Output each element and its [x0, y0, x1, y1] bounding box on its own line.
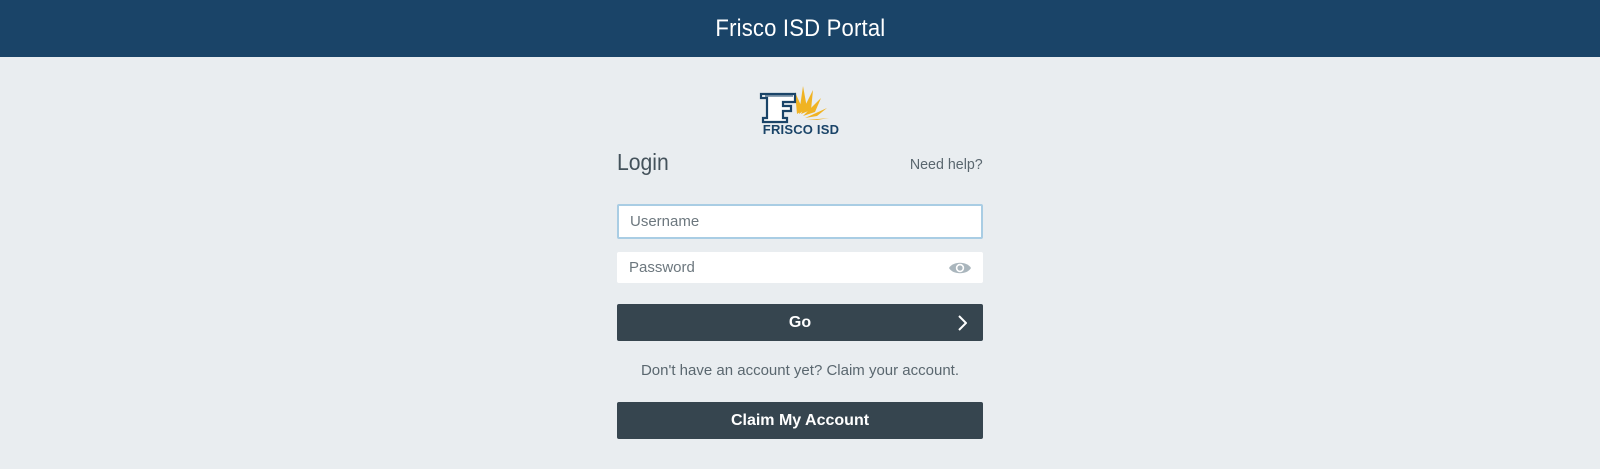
username-field[interactable]: [617, 204, 983, 239]
login-heading: Login: [617, 149, 669, 175]
username-input[interactable]: [619, 206, 919, 237]
eye-icon[interactable]: [948, 259, 972, 277]
logo-emblem-icon: [759, 86, 829, 124]
password-input[interactable]: [618, 253, 918, 282]
go-button[interactable]: Go: [617, 304, 983, 341]
header-bar: Frisco ISD Portal: [0, 0, 1600, 57]
claim-my-account-button[interactable]: Claim My Account: [617, 402, 983, 439]
chevron-right-icon: [958, 315, 967, 331]
password-field[interactable]: [617, 252, 983, 283]
logo-wordmark: FRISCO ISD: [762, 122, 840, 137]
need-help-link[interactable]: Need help?: [910, 156, 983, 173]
claim-button-label: Claim My Account: [730, 411, 870, 429]
go-button-label: Go: [788, 313, 812, 331]
frisco-isd-logo: FRISCO ISD: [755, 80, 847, 140]
claim-account-prompt: Don't have an account yet? Claim your ac…: [640, 362, 960, 379]
page-title: Frisco ISD Portal: [715, 14, 885, 42]
